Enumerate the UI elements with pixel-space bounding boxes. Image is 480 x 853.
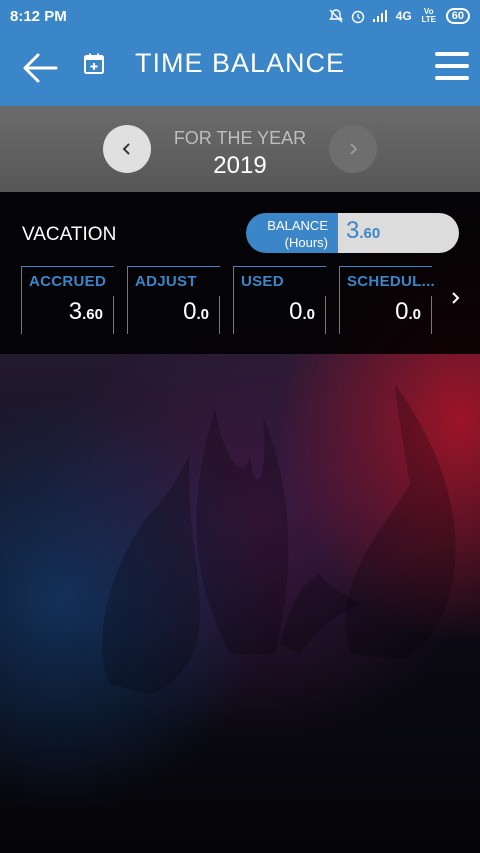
column-value: 0.0 [127, 296, 220, 334]
balance-label: BALANCE (Hours) [246, 213, 338, 253]
column-value: 0.0 [233, 296, 326, 334]
year-selector: FOR THE YEAR 2019 [0, 106, 480, 192]
balance-value-fraction: .60 [359, 225, 381, 242]
chevron-right-icon [350, 143, 358, 155]
chevron-left-icon [122, 143, 130, 155]
balance-label-title: BALANCE [267, 218, 328, 233]
chevron-right-icon[interactable] [450, 290, 462, 306]
used-column: USED 0.0 [233, 266, 326, 334]
app-bar: TIME BALANCE [0, 32, 480, 106]
status-icons: 4G Vo LTE 60 [328, 8, 470, 24]
battery-icon: 60 [445, 8, 470, 24]
volte-indicator: Vo LTE [421, 7, 436, 24]
hamburger-menu-icon[interactable] [435, 52, 469, 84]
column-header: ADJUST [128, 266, 220, 296]
notifications-off-icon [328, 9, 343, 23]
balance-value-whole: 3 [346, 217, 360, 244]
column-header: USED [234, 266, 326, 296]
status-bar: 8:12 PM 4G Vo LTE 60 [0, 0, 480, 32]
adjust-column: ADJUST 0.0 [127, 266, 220, 334]
signal-icon [372, 10, 387, 22]
next-year-button[interactable] [329, 125, 377, 173]
scheduled-column: SCHEDUL... 0.0 [339, 266, 435, 334]
leave-type-label: VACATION [22, 224, 117, 245]
column-header: SCHEDUL... [340, 266, 435, 296]
time-balance-card[interactable]: VACATION BALANCE (Hours) 3.60 ACCRUED 3.… [0, 192, 480, 354]
background-artwork [102, 384, 456, 694]
balance-pill: BALANCE (Hours) 3.60 [246, 213, 459, 253]
column-value: 0.0 [339, 296, 432, 334]
year-label: FOR THE YEAR [173, 128, 307, 148]
network-type: 4G [395, 9, 412, 23]
status-time: 8:12 PM [10, 7, 67, 25]
alarm-icon [351, 10, 364, 24]
balance-label-unit: (Hours) [284, 235, 328, 250]
balance-value: 3.60 [338, 213, 459, 253]
year-value: 2019 [213, 152, 267, 179]
column-header: ACCRUED [22, 266, 114, 296]
page-title: TIME BALANCE [134, 48, 346, 78]
column-value: 3.60 [21, 296, 114, 334]
battery-level: 60 [451, 10, 464, 22]
accrued-column: ACCRUED 3.60 [21, 266, 114, 334]
